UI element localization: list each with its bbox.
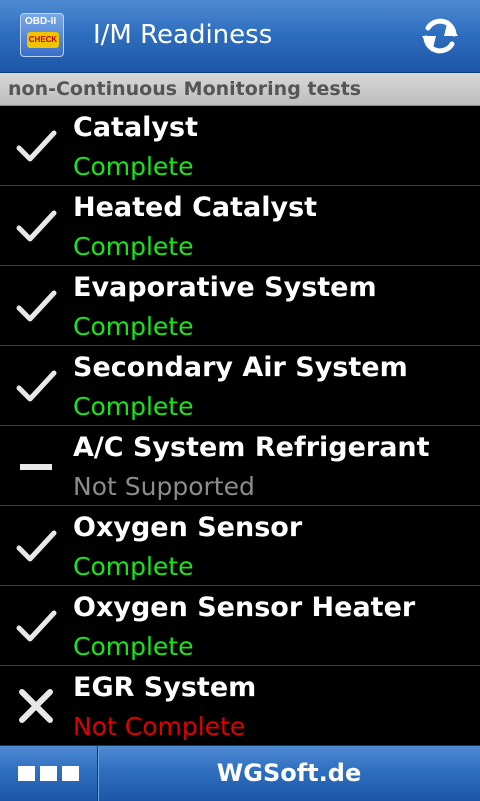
- dash-icon: [14, 444, 58, 488]
- test-status: Complete: [73, 392, 194, 421]
- test-name: Catalyst: [73, 112, 198, 143]
- test-name: A/C System Refrigerant: [73, 432, 430, 463]
- section-title: non-Continuous Monitoring tests: [8, 78, 362, 100]
- bottom-bar: WGSoft.de: [0, 745, 480, 801]
- test-name: Heated Catalyst: [73, 192, 318, 223]
- menu-icon: [62, 766, 79, 781]
- test-status: Complete: [73, 152, 194, 181]
- test-row[interactable]: EGR System Not Complete: [0, 666, 480, 746]
- check-icon: [14, 284, 58, 328]
- test-status: Not Complete: [73, 712, 246, 741]
- test-status: Complete: [73, 632, 194, 661]
- menu-icon: [18, 766, 35, 781]
- test-row[interactable]: Oxygen Sensor Complete: [0, 506, 480, 586]
- test-status: Not Supported: [73, 472, 255, 501]
- test-name: Evaporative System: [73, 272, 377, 303]
- test-status: Complete: [73, 552, 194, 581]
- test-status: Complete: [73, 232, 194, 261]
- brand-label: WGSoft.de: [216, 759, 362, 787]
- test-row[interactable]: A/C System Refrigerant Not Supported: [0, 426, 480, 506]
- page-title: I/M Readiness: [93, 20, 273, 50]
- test-row[interactable]: Oxygen Sensor Heater Complete: [0, 586, 480, 666]
- section-header: non-Continuous Monitoring tests: [0, 73, 480, 106]
- menu-button[interactable]: [0, 746, 98, 801]
- check-icon: [14, 204, 58, 248]
- test-status: Complete: [73, 312, 194, 341]
- test-row[interactable]: Catalyst Complete: [0, 106, 480, 186]
- menu-icon: [40, 766, 57, 781]
- test-name: Oxygen Sensor: [73, 512, 303, 543]
- title-bar: OBD-II CHECK I/M Readiness: [0, 0, 480, 73]
- check-icon: [14, 524, 58, 568]
- obd-app-icon: OBD-II CHECK: [20, 13, 64, 57]
- cross-icon: [14, 684, 58, 728]
- test-name: EGR System: [73, 672, 257, 703]
- test-name: Secondary Air System: [73, 352, 408, 383]
- test-row[interactable]: Evaporative System Complete: [0, 266, 480, 346]
- refresh-button[interactable]: [418, 14, 462, 58]
- check-icon: [14, 124, 58, 168]
- test-row[interactable]: Secondary Air System Complete: [0, 346, 480, 426]
- check-icon: [14, 604, 58, 648]
- check-icon: [14, 364, 58, 408]
- app-icon-label: OBD-II: [25, 16, 57, 27]
- refresh-icon: [422, 18, 458, 54]
- test-row[interactable]: Heated Catalyst Complete: [0, 186, 480, 266]
- test-list: Catalyst Complete Heated Catalyst Complete E…: [0, 106, 480, 746]
- test-name: Oxygen Sensor Heater: [73, 592, 416, 623]
- app-icon-badge: CHECK: [27, 32, 59, 48]
